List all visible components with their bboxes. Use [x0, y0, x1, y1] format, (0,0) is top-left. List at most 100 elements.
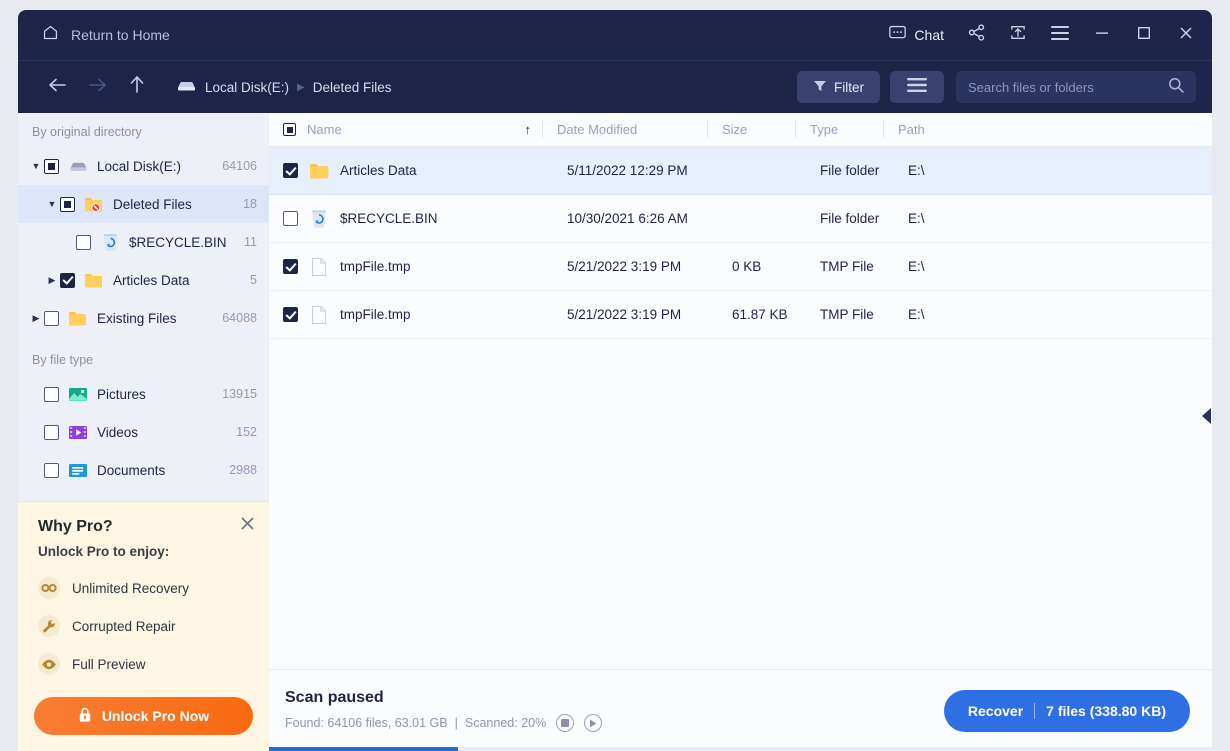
filetype-item-documents[interactable]: Documents 2988	[18, 451, 269, 489]
promo-title: Why Pro?	[38, 518, 251, 536]
maximize-button[interactable]	[1124, 15, 1164, 55]
share-button[interactable]	[956, 15, 996, 55]
breadcrumb: Local Disk(E:) ▶ Deleted Files	[176, 78, 392, 97]
back-button[interactable]	[40, 70, 74, 104]
chevron-down-icon[interactable]: ▼	[28, 161, 44, 171]
search-input[interactable]	[968, 80, 1160, 95]
forward-arrow-icon	[88, 77, 107, 98]
repair-icon	[38, 615, 60, 637]
column-label-date: Date Modified	[557, 122, 637, 137]
directory-tree: ▼ Local Disk(E:) 64106 ▼	[18, 147, 269, 337]
filetype-checkbox-pictures[interactable]	[44, 387, 59, 402]
filetype-checkbox-videos[interactable]	[44, 425, 59, 440]
export-icon	[1010, 24, 1026, 46]
column-header-path[interactable]: Path	[884, 113, 1212, 146]
filetype-count: 13915	[222, 387, 257, 401]
main-menu-button[interactable]	[1040, 15, 1080, 55]
return-to-home-button[interactable]: Return to Home	[32, 18, 180, 52]
column-label-size: Size	[722, 122, 747, 137]
row-type: TMP File	[806, 259, 894, 274]
breadcrumb-item-1[interactable]: Deleted Files	[313, 80, 392, 95]
stop-scan-button[interactable]	[556, 714, 574, 732]
row-checkbox[interactable]	[283, 211, 298, 226]
recover-button[interactable]: Recover 7 files (338.80 KB)	[944, 690, 1190, 732]
tree-item-articles-data[interactable]: ▶ Articles Data 5	[18, 261, 269, 299]
promo-feature-list: Unlimited Recovery Corrupted Repair Full…	[38, 577, 251, 683]
column-header-type[interactable]: Type	[796, 113, 884, 146]
tree-checkbox-local-disk-e[interactable]	[44, 159, 59, 174]
chat-button[interactable]: Chat	[879, 15, 954, 55]
promo-close-button[interactable]	[240, 516, 255, 536]
breadcrumb-item-0[interactable]: Local Disk(E:)	[205, 80, 289, 95]
resume-scan-button[interactable]	[584, 714, 602, 732]
chevron-right-icon[interactable]: ▶	[44, 275, 60, 286]
tree-checkbox-articles-data[interactable]	[60, 273, 75, 288]
maximize-icon	[1136, 25, 1152, 46]
tree-checkbox-recycle-bin[interactable]	[76, 235, 91, 250]
lock-icon	[78, 707, 92, 726]
row-checkbox[interactable]	[283, 307, 298, 322]
detail-divider: |	[455, 716, 458, 730]
scan-status-block: Scan paused Found: 64106 files, 63.01 GB…	[285, 689, 602, 732]
recycle-bin-icon	[100, 232, 120, 252]
file-list-panel: Name ↑ Date Modified Size Type Pat	[269, 113, 1212, 751]
up-directory-button[interactable]	[120, 70, 154, 104]
sort-ascending-icon[interactable]: ↑	[525, 122, 532, 137]
tree-checkbox-deleted-files[interactable]	[60, 197, 75, 212]
table-row[interactable]: tmpFile.tmp 5/21/2022 3:19 PM 61.87 KB T…	[269, 291, 1212, 339]
tree-item-deleted-files[interactable]: ▼ Deleted Files 18	[18, 185, 269, 223]
row-path: E:\	[894, 211, 1212, 226]
filetype-checkbox-documents[interactable]	[44, 463, 59, 478]
tree-label: Deleted Files	[113, 197, 243, 212]
row-type: File folder	[806, 211, 894, 226]
row-checkbox[interactable]	[283, 259, 298, 274]
column-header-date-modified[interactable]: Date Modified	[543, 113, 708, 146]
table-row[interactable]: Articles Data 5/11/2022 12:29 PM File fo…	[269, 147, 1212, 195]
tree-checkbox-existing-files[interactable]	[44, 311, 59, 326]
preview-panel-toggle[interactable]	[1200, 405, 1212, 431]
row-name: tmpFile.tmp	[340, 307, 553, 322]
filetype-item-pictures[interactable]: Pictures 13915	[18, 375, 269, 413]
file-list-header: Name ↑ Date Modified Size Type Pat	[269, 113, 1212, 147]
row-checkbox[interactable]	[283, 163, 298, 178]
return-to-home-label: Return to Home	[71, 27, 170, 43]
select-all-checkbox[interactable]	[283, 123, 296, 136]
recover-label: Recover	[968, 703, 1023, 719]
close-button[interactable]	[1166, 15, 1206, 55]
row-type: File folder	[806, 163, 894, 178]
search-icon[interactable]	[1168, 77, 1184, 98]
export-button[interactable]	[998, 15, 1038, 55]
filetype-count: 152	[236, 425, 257, 439]
file-list-rows: Articles Data 5/11/2022 12:29 PM File fo…	[269, 147, 1212, 669]
tree-label: $RECYCLE.BIN	[129, 235, 244, 250]
list-view-icon	[907, 78, 927, 97]
tree-item-existing-files[interactable]: ▶ Existing Files 64088	[18, 299, 269, 337]
triangle-left-icon	[1201, 406, 1212, 431]
chevron-down-icon[interactable]: ▼	[44, 199, 60, 209]
forward-button[interactable]	[80, 70, 114, 104]
column-header-name[interactable]: Name ↑	[283, 113, 543, 146]
chevron-right-icon[interactable]: ▶	[28, 313, 44, 324]
unlock-pro-label: Unlock Pro Now	[102, 708, 209, 724]
minimize-button[interactable]	[1082, 15, 1122, 55]
chat-icon	[889, 25, 906, 45]
table-row[interactable]: tmpFile.tmp 5/21/2022 3:19 PM 0 KB TMP F…	[269, 243, 1212, 291]
tree-count: 64106	[222, 159, 257, 173]
disk-icon	[176, 78, 197, 97]
tree-item-recycle-bin[interactable]: ▶ $RECYCLE.BIN 11	[18, 223, 269, 261]
promo-feature-label: Corrupted Repair	[72, 619, 176, 634]
tree-item-local-disk-e[interactable]: ▼ Local Disk(E:) 64106	[18, 147, 269, 185]
unlock-pro-now-button[interactable]: Unlock Pro Now	[34, 697, 253, 735]
column-header-size[interactable]: Size	[708, 113, 796, 146]
row-size: 61.87 KB	[718, 307, 806, 322]
tree-count: 18	[243, 197, 257, 211]
filter-button[interactable]: Filter	[797, 71, 880, 103]
up-arrow-icon	[129, 75, 145, 99]
view-mode-button[interactable]	[890, 71, 944, 103]
search-box[interactable]	[956, 71, 1196, 103]
column-label-name: Name	[307, 122, 342, 137]
close-icon	[1178, 25, 1194, 46]
filter-label: Filter	[834, 80, 864, 95]
table-row[interactable]: $RECYCLE.BIN 10/30/2021 6:26 AM File fol…	[269, 195, 1212, 243]
filetype-item-videos[interactable]: Videos 152	[18, 413, 269, 451]
